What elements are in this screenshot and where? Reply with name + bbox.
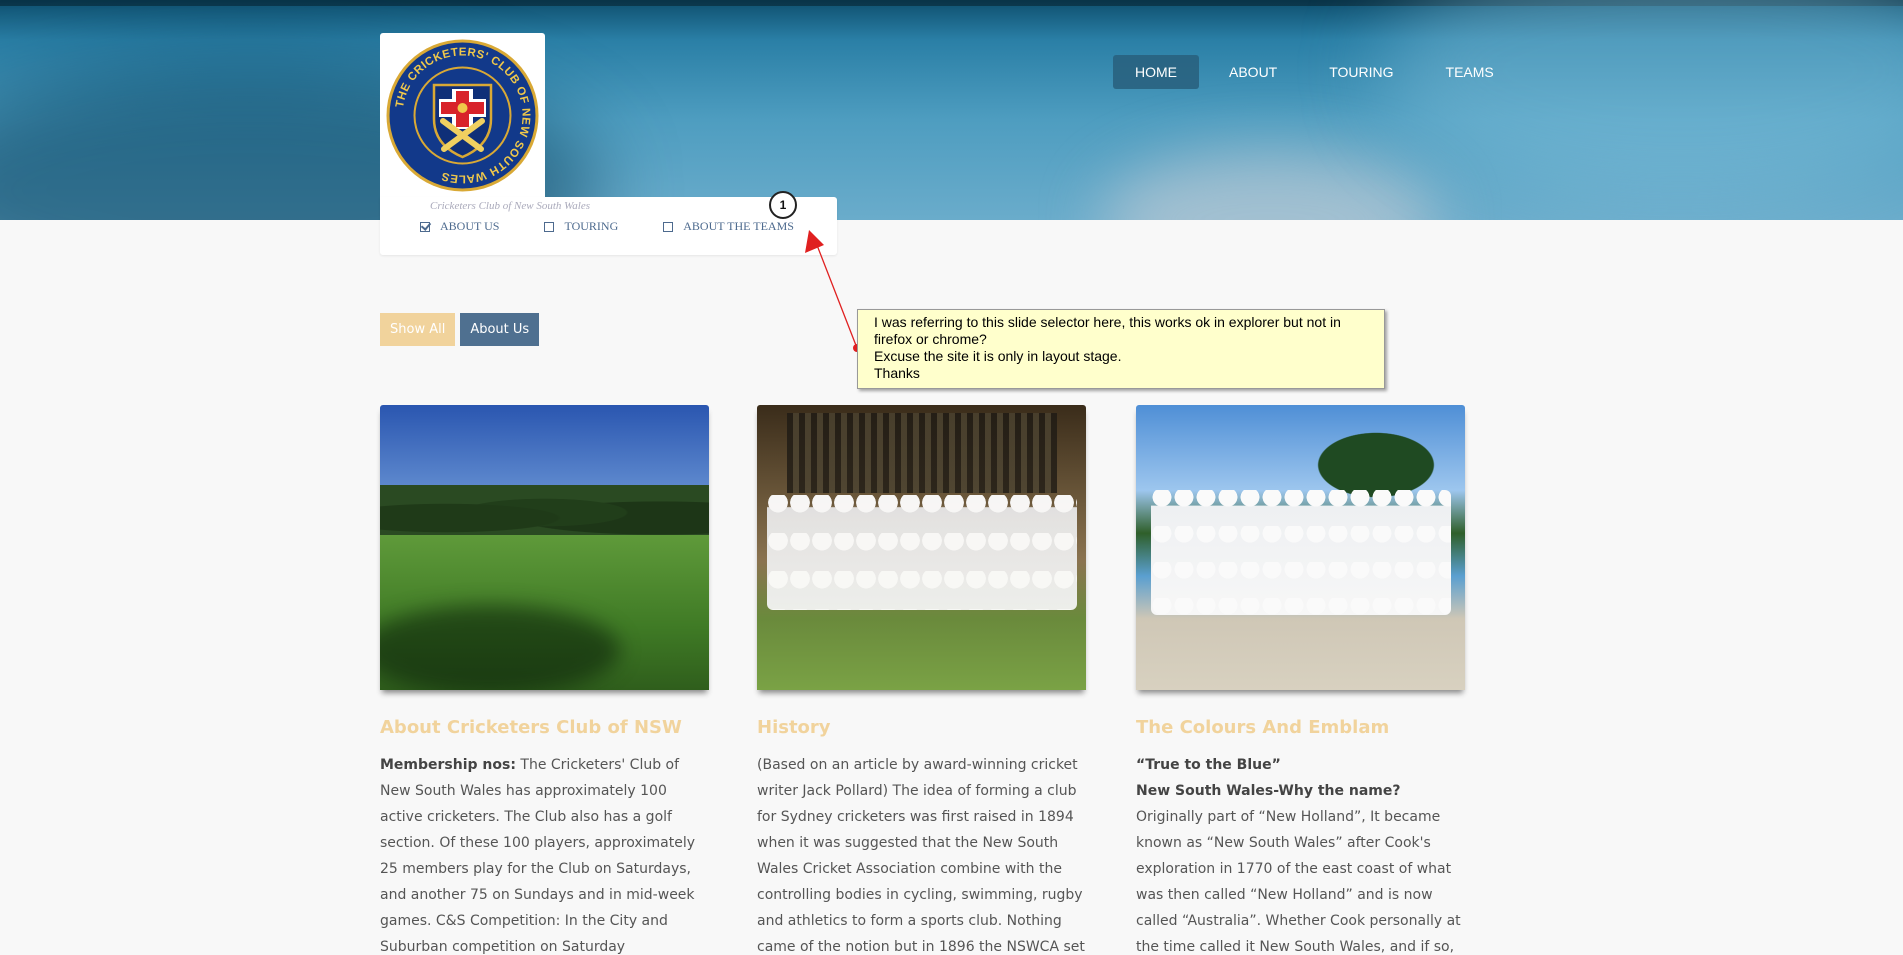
card-about: About Cricketers Club of NSW Membership …	[380, 405, 709, 955]
selector-label: TOURING	[564, 219, 619, 233]
card-body: (Based on an article by award-winning cr…	[757, 752, 1086, 955]
card-text: The Cricketers' Club of New South Wales …	[380, 757, 696, 955]
note-line: firefox or chrome?	[874, 331, 987, 347]
nav-home[interactable]: HOME	[1113, 55, 1199, 89]
card-body: Membership nos: The Cricketers' Club of …	[380, 752, 709, 955]
selector-label: ABOUT US	[440, 219, 500, 233]
card-lead: Membership nos:	[380, 757, 516, 773]
card-text: (Based on an article by award-winning cr…	[757, 757, 1085, 955]
logo-card[interactable]: THE CRICKETERS' CLUB OF NEW SOUTH WALES	[380, 33, 545, 203]
hero-blur-right	[1380, 0, 1903, 200]
portfolio-filters: Show All About Us	[380, 313, 540, 346]
card-photo-team-hall[interactable]	[757, 405, 1086, 690]
note-line: Excuse the site it is only in layout sta…	[874, 348, 1122, 364]
selector-item-about-us[interactable]: ABOUT US	[420, 219, 499, 234]
card-history: History (Based on an article by award-wi…	[757, 405, 1086, 955]
card-title[interactable]: History	[757, 717, 1086, 738]
hero-banner	[0, 0, 1903, 220]
site-tagline: Cricketers Club of New South Wales	[430, 200, 591, 212]
note-line: I was referring to this slide selector h…	[874, 314, 1341, 330]
nav-teams[interactable]: TEAMS	[1424, 55, 1516, 89]
hero-blur-center	[1100, 150, 1440, 220]
filter-show-all-button[interactable]: Show All	[380, 313, 456, 346]
checkbox-empty-icon	[544, 221, 555, 232]
card-title[interactable]: The Colours And Emblam	[1136, 717, 1465, 738]
nav-touring[interactable]: TOURING	[1307, 55, 1415, 89]
card-lead: “True to the Blue”	[1136, 757, 1281, 773]
annotation-badge: 1	[769, 191, 797, 219]
card-photo-team-pool[interactable]	[1136, 405, 1465, 690]
filter-about-us-button[interactable]: About Us	[460, 313, 540, 346]
card-title[interactable]: About Cricketers Club of NSW	[380, 717, 709, 738]
checkbox-checked-icon	[420, 221, 430, 232]
card-colours: The Colours And Emblam “True to the Blue…	[1136, 405, 1465, 955]
selector-item-about-teams[interactable]: ABOUT THE TEAMS	[663, 219, 794, 234]
checkbox-empty-icon	[663, 221, 674, 232]
selector-items: ABOUT US TOURING ABOUT THE TEAMS	[420, 219, 794, 234]
card-text: Originally part of “New Holland”, It bec…	[1136, 809, 1461, 955]
club-crest-icon: THE CRICKETERS' CLUB OF NEW SOUTH WALES	[386, 39, 539, 192]
note-line: Thanks	[874, 365, 920, 381]
main-nav: HOME ABOUT TOURING TEAMS	[1113, 55, 1516, 89]
card-lead: New South Wales-Why the name?	[1136, 783, 1401, 799]
annotation-note: I was referring to this slide selector h…	[857, 309, 1385, 389]
selector-label: ABOUT THE TEAMS	[683, 219, 794, 233]
card-photo-cricket-oval[interactable]	[380, 405, 709, 690]
selector-item-touring[interactable]: TOURING	[544, 219, 618, 234]
nav-about[interactable]: ABOUT	[1207, 55, 1299, 89]
card-body: “True to the Blue” New South Wales-Why t…	[1136, 752, 1465, 955]
